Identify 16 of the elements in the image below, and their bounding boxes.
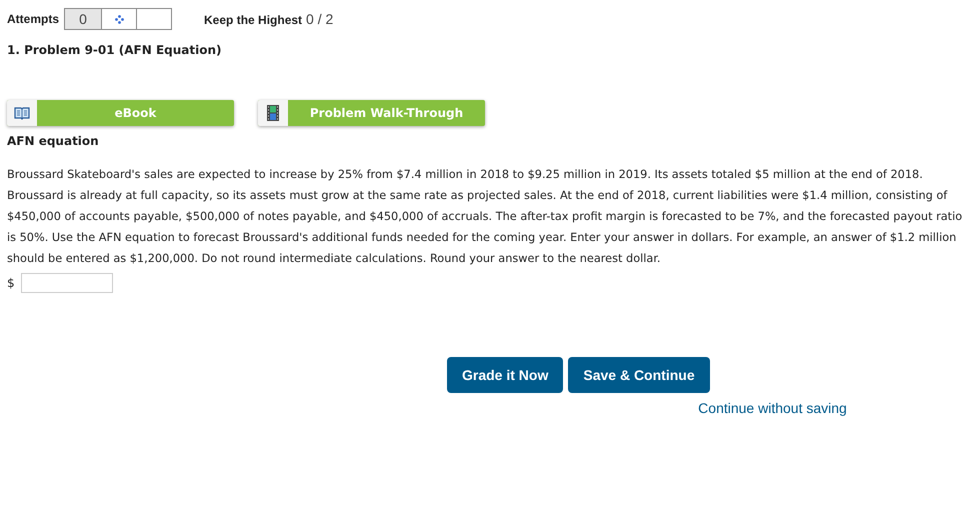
problem-text: Broussard is already at full capacity, so its assets must grow at the same rate as projected sales. At the end of 2018, current liabilities were $1.4 million, consisting of $450,000 of accounts payable, $500,000 of notes payable, and $450,000 of accruals. The after-tax profit margin is forecasted to be 7%, and the forecasted payout ratio is 50%. Use the AFN equation to forecast Broussard's additional funds needed for the coming year. Enter your answer in dollars. For example, an answer of $1.2 million should be entered as $1,200,000. Do not round intermediate calculations. Round your answer to the nearest dollar. <box>7 188 964 267</box>
section-title: AFN equation <box>7 134 100 148</box>
book-icon <box>14 106 30 120</box>
currency-label: $ <box>7 276 15 290</box>
score-text: 0 / 2 <box>306 11 334 27</box>
save-continue-button[interactable]: Save & Continue <box>568 357 710 393</box>
grade-button[interactable]: Grade it Now <box>447 357 564 393</box>
answer-field[interactable] <box>20 273 113 293</box>
dots-icon <box>114 14 124 24</box>
problem-text: Broussard Skateboard's sales are expected to increase by 25% from $7.4 million in 2018 to $9.25 million in 2019. Its assets totaled $5 million at the end of 2018. <box>7 167 924 183</box>
continue-link[interactable]: Continue without saving <box>698 400 847 416</box>
attempts-label: Attempts <box>7 12 60 26</box>
attempts-count: 0 <box>64 8 102 30</box>
film-icon <box>267 105 279 121</box>
problem-title: 1. Problem 9-01 (AFN Equation) <box>7 43 223 57</box>
keep-highest-label: Keep the Highest <box>204 13 302 27</box>
